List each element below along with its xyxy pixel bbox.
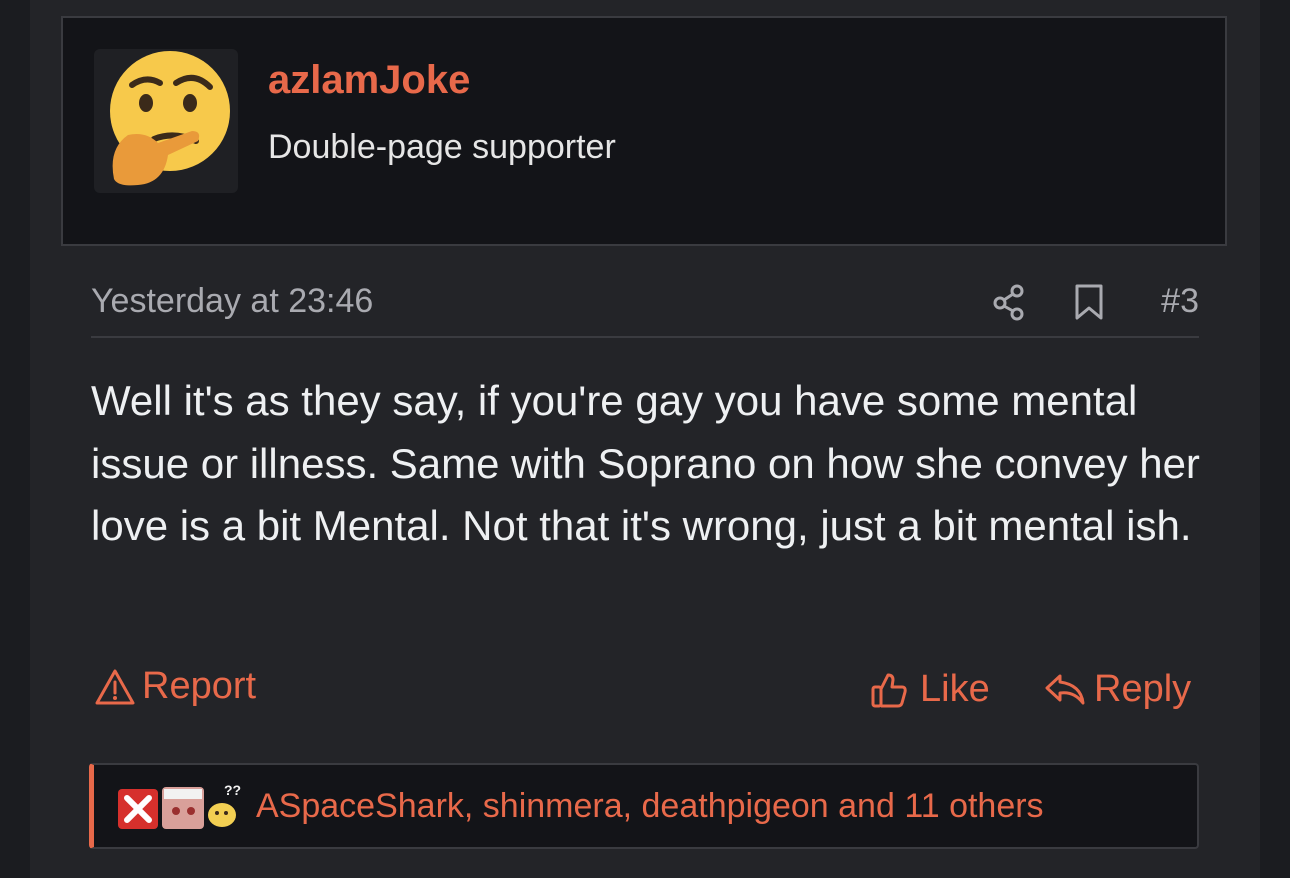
bookmark-icon[interactable]	[1073, 282, 1105, 322]
reaction-summary[interactable]: ASpaceShark, shinmera, deathpigeon and 1…	[256, 787, 1044, 826]
anime-girl-icon	[162, 787, 204, 829]
warning-icon	[95, 669, 135, 704]
svg-text:??: ??	[224, 782, 241, 798]
post-timestamp[interactable]: Yesterday at 23:46	[91, 282, 373, 321]
share-icon[interactable]	[991, 282, 1027, 322]
reply-label: Reply	[1094, 668, 1192, 710]
user-title: Double-page supporter	[268, 128, 616, 166]
post-number[interactable]: #3	[1161, 282, 1199, 321]
user-block: azlamJoke Double-page supporter	[61, 16, 1227, 246]
report-label: Report	[142, 665, 257, 707]
thinking-face-icon	[110, 51, 230, 186]
username[interactable]: azlamJoke	[268, 58, 470, 103]
confused-face-icon: ??	[208, 782, 241, 827]
reply-button[interactable]: Reply	[1044, 668, 1191, 711]
thumbs-up-icon	[871, 673, 907, 707]
report-button[interactable]: Report	[94, 665, 256, 708]
avatar[interactable]	[94, 49, 238, 193]
reactions-bar[interactable]: ?? ASpaceShark, shinmera, deathpigeon an…	[89, 763, 1199, 849]
like-label: Like	[920, 668, 990, 710]
reply-arrow-icon	[1045, 674, 1085, 704]
post-container: azlamJoke Double-page supporter Yesterda…	[30, 0, 1260, 878]
post-meta: Yesterday at 23:46 #3	[91, 280, 1199, 338]
like-button[interactable]: Like	[870, 668, 990, 711]
reaction-icons: ??	[116, 781, 246, 831]
post-message: Well it's as they say, if you're gay you…	[91, 377, 1200, 549]
red-x-icon	[118, 789, 158, 829]
